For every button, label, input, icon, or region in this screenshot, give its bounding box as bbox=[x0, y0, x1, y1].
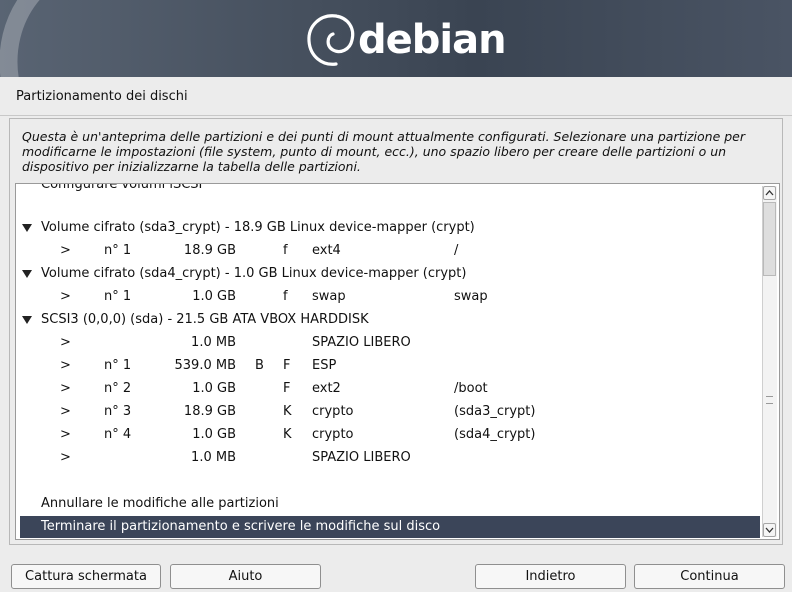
partition-row[interactable]: > n° 1 1.0 GB f swap swap bbox=[16, 286, 760, 308]
partition-arrow: > bbox=[60, 381, 71, 396]
debian-logo-text: debian bbox=[358, 17, 507, 63]
partition-number: n° 1 bbox=[104, 243, 132, 258]
partition-arrow: > bbox=[60, 289, 71, 304]
page-title: Partizionamento dei dischi bbox=[16, 89, 188, 104]
partition-number: n° 4 bbox=[104, 427, 132, 442]
partition-number: n° 1 bbox=[104, 289, 132, 304]
partition-flag-format: f bbox=[283, 243, 288, 258]
partition-mount: (sda3_crypt) bbox=[454, 404, 536, 419]
device-row-sda4-crypt[interactable]: Volume cifrato (sda4_crypt) - 1.0 GB Lin… bbox=[16, 263, 760, 285]
partition-number: n° 2 bbox=[104, 381, 132, 396]
debian-banner: debian bbox=[0, 0, 792, 77]
swirl-decoration-icon bbox=[0, 0, 40, 77]
partition-filesystem: ESP bbox=[312, 358, 337, 373]
description-text: Questa è un'anteprima delle partizioni e… bbox=[22, 129, 745, 174]
partition-row[interactable]: > 1.0 MB SPAZIO LIBERO bbox=[16, 332, 760, 354]
chevron-up-icon bbox=[765, 190, 774, 196]
list-item-label: Terminare il partizionamento e scrivere … bbox=[41, 519, 441, 534]
partition-row[interactable]: > n° 1 539.0 MB B F ESP bbox=[16, 355, 760, 377]
scrollbar[interactable] bbox=[762, 186, 777, 537]
partition-row[interactable]: > n° 2 1.0 GB F ext2 /boot bbox=[16, 378, 760, 400]
divider bbox=[0, 115, 792, 116]
partition-number: n° 1 bbox=[104, 358, 132, 373]
device-label: Volume cifrato (sda3_crypt) - 18.9 GB Li… bbox=[41, 220, 475, 235]
partition-row[interactable]: > n° 1 18.9 GB f ext4 / bbox=[16, 240, 760, 262]
partition-flag-format: K bbox=[283, 427, 292, 442]
partition-size: 1.0 MB bbox=[191, 335, 236, 350]
partition-filesystem: crypto bbox=[312, 427, 354, 442]
partition-flag-format: F bbox=[283, 358, 291, 373]
partition-filesystem: SPAZIO LIBERO bbox=[312, 335, 411, 350]
list-item-label: Annullare le modifiche alle partizioni bbox=[41, 496, 279, 511]
expand-triangle-icon bbox=[22, 316, 32, 324]
partition-filesystem: swap bbox=[312, 289, 346, 304]
partition-row[interactable]: > n° 4 1.0 GB K crypto (sda4_crypt) bbox=[16, 424, 760, 446]
partition-filesystem: ext4 bbox=[312, 243, 341, 258]
chevron-down-icon bbox=[765, 527, 774, 533]
partition-mount: swap bbox=[454, 289, 488, 304]
partition-arrow: > bbox=[60, 358, 71, 373]
screenshot-button[interactable]: Cattura schermata bbox=[11, 564, 161, 589]
scroll-up-button[interactable] bbox=[763, 186, 776, 200]
partition-arrow: > bbox=[60, 335, 71, 350]
partition-filesystem: crypto bbox=[312, 404, 354, 419]
partition-arrow: > bbox=[60, 427, 71, 442]
list-item-iscsi[interactable]: Configurare volumi iSCSI bbox=[16, 183, 760, 196]
partition-size: 539.0 MB bbox=[174, 358, 236, 373]
partition-flag-format: f bbox=[283, 289, 288, 304]
partition-size: 1.0 GB bbox=[192, 427, 236, 442]
partition-arrow: > bbox=[60, 450, 71, 465]
finish-partitioning-item[interactable]: Terminare il partizionamento e scrivere … bbox=[20, 516, 760, 538]
partition-arrow: > bbox=[60, 404, 71, 419]
partition-filesystem: ext2 bbox=[312, 381, 341, 396]
back-button[interactable]: Indietro bbox=[475, 564, 626, 589]
device-label: Volume cifrato (sda4_crypt) - 1.0 GB Lin… bbox=[41, 266, 467, 281]
partition-number: n° 3 bbox=[104, 404, 132, 419]
partition-size: 18.9 GB bbox=[183, 243, 236, 258]
partition-mount: (sda4_crypt) bbox=[454, 427, 536, 442]
help-button[interactable]: Aiuto bbox=[170, 564, 321, 589]
partition-filesystem: SPAZIO LIBERO bbox=[312, 450, 411, 465]
partition-row[interactable]: > n° 3 18.9 GB K crypto (sda3_crypt) bbox=[16, 401, 760, 423]
scroll-down-button[interactable] bbox=[763, 523, 776, 537]
expand-triangle-icon bbox=[22, 224, 32, 232]
partition-mount: / bbox=[454, 243, 459, 258]
device-row-sda[interactable]: SCSI3 (0,0,0) (sda) - 21.5 GB ATA VBOX H… bbox=[16, 309, 760, 331]
partition-arrow: > bbox=[60, 243, 71, 258]
continue-button[interactable]: Continua bbox=[634, 564, 785, 589]
partition-mount: /boot bbox=[454, 381, 488, 396]
partition-flag-boot: B bbox=[255, 358, 264, 373]
partition-list[interactable]: Configurare volumi iSCSI Volume cifrato … bbox=[15, 183, 780, 540]
partition-size: 1.0 GB bbox=[192, 381, 236, 396]
list-item-label: Configurare volumi iSCSI bbox=[41, 183, 203, 192]
partition-flag-format: K bbox=[283, 404, 292, 419]
partition-flag-format: F bbox=[283, 381, 291, 396]
expand-triangle-icon bbox=[22, 270, 32, 278]
scrollbar-thumb[interactable] bbox=[763, 202, 776, 276]
device-label: SCSI3 (0,0,0) (sda) - 21.5 GB ATA VBOX H… bbox=[41, 312, 369, 327]
debian-logo: debian bbox=[300, 6, 507, 72]
partition-size: 1.0 MB bbox=[191, 450, 236, 465]
partition-row[interactable]: > 1.0 MB SPAZIO LIBERO bbox=[16, 447, 760, 469]
undo-changes-item[interactable]: Annullare le modifiche alle partizioni bbox=[16, 493, 760, 515]
partition-size: 1.0 GB bbox=[192, 289, 236, 304]
partition-size: 18.9 GB bbox=[183, 404, 236, 419]
scrollbar-grip-icon bbox=[766, 396, 773, 404]
device-row-sda3-crypt[interactable]: Volume cifrato (sda3_crypt) - 18.9 GB Li… bbox=[16, 217, 760, 239]
debian-swirl-icon bbox=[307, 14, 355, 66]
